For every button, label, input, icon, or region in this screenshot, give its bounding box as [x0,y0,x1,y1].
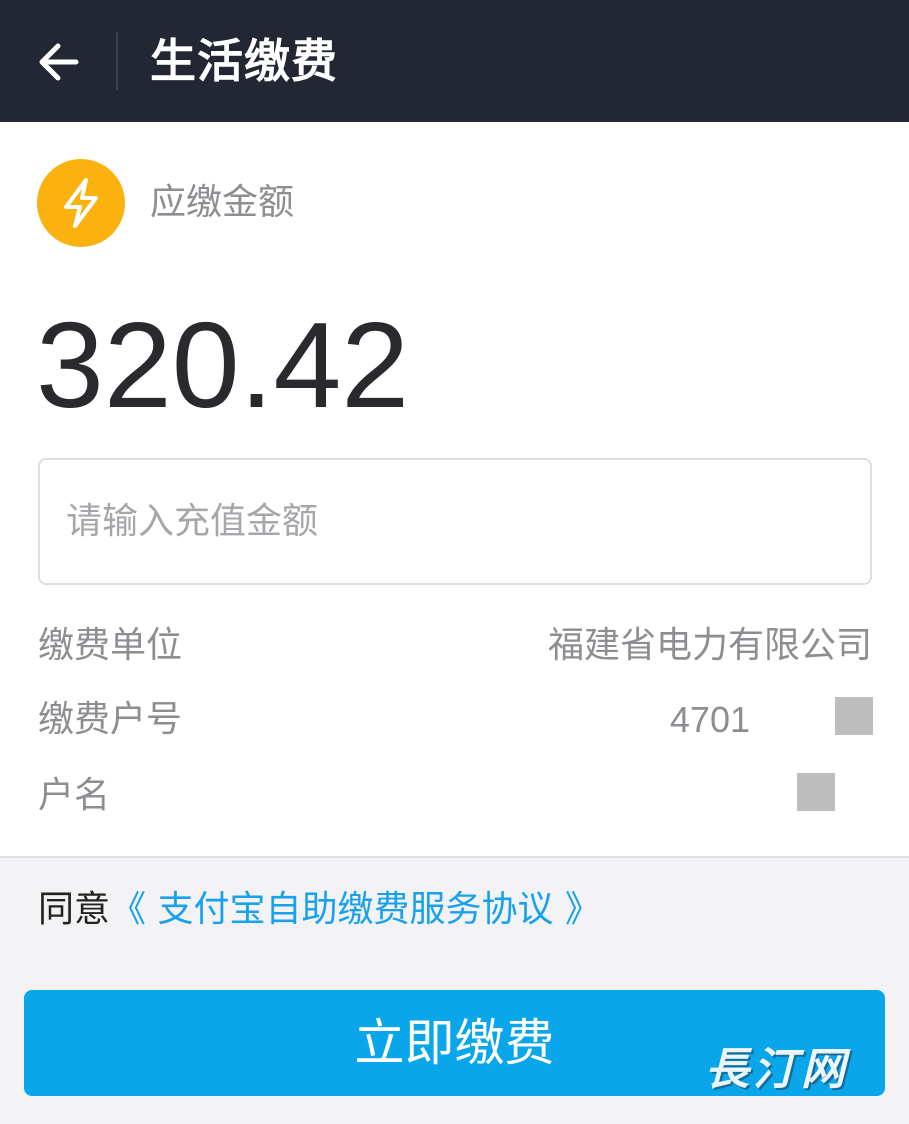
account-name-row: 户名 [38,766,872,826]
bill-type-badge [37,159,125,247]
app-header: 生活缴费 [0,0,909,122]
agreement-prefix: 同意 [38,889,111,930]
arrow-left-icon [39,43,79,81]
agreement-line: 同意《 支付宝自助缴费服务协议 》 [38,884,601,936]
lightning-bolt-icon [64,178,98,228]
payment-unit-row: 缴费单位 福建省电力有限公司 [38,616,872,676]
back-button[interactable] [18,22,98,102]
due-amount-value: 320.42 [36,297,410,433]
agreement-link[interactable]: 《 支付宝自助缴费服务协议 》 [110,889,601,930]
bill-card: 应缴金额 320.42 缴费单位 福建省电力有限公司 缴费户号 4701 户名 [0,122,909,858]
account-number-row: 缴费户号 4701 [38,690,872,750]
header-divider [116,32,118,90]
redacted-account-block [835,697,873,735]
account-number-label: 缴费户号 [38,699,183,740]
redacted-name-block [797,773,835,811]
payment-unit-label: 缴费单位 [38,625,183,666]
account-name-label: 户名 [38,775,111,816]
watermark-logo: 長汀网 [705,1044,849,1095]
payment-unit-value: 福建省电力有限公司 [547,625,872,666]
page-title: 生活缴费 [150,34,338,88]
due-amount-label: 应缴金额 [150,182,295,223]
account-number-value: 4701 [669,699,750,740]
recharge-amount-input[interactable] [38,458,872,585]
